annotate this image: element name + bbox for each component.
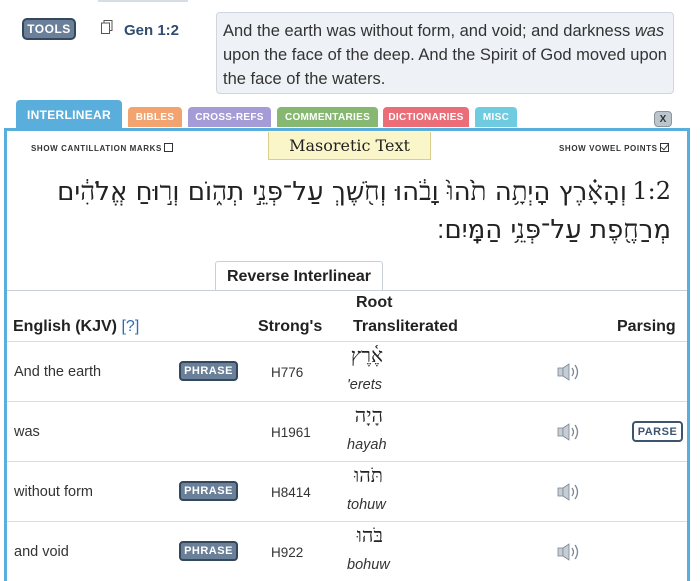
phrase-button[interactable]: PHRASE: [179, 481, 238, 501]
verse-number: 1:2: [632, 177, 671, 205]
strongs-number[interactable]: H922: [271, 545, 303, 560]
speaker-icon[interactable]: [557, 482, 585, 502]
divider: [98, 0, 188, 2]
speaker-icon[interactable]: [557, 542, 585, 562]
strongs-number[interactable]: H776: [271, 365, 303, 380]
parse-button[interactable]: PARSE: [632, 421, 683, 442]
tab-bar: INTERLINEAR BIBLES CROSS-REFS COMMENTARI…: [0, 100, 700, 130]
speaker-icon[interactable]: [557, 362, 585, 382]
transliteration: tohuw: [347, 497, 386, 513]
verse-text-italic: was: [634, 22, 665, 40]
hebrew-root: תֹּהוּ: [354, 463, 383, 487]
hebrew-line-1: וְהָאָ֗רֶץ הָיְתָ֥ה תֹ֙הוּ֙ וָבֹ֔הוּ וְח…: [57, 177, 627, 207]
col-header-strongs: Strong's: [258, 318, 323, 335]
transliteration: bohuw: [347, 557, 390, 573]
english-word: without form: [14, 484, 93, 500]
divider: [7, 290, 687, 291]
transliteration: 'erets: [347, 377, 383, 393]
col-header-parsing: Parsing: [617, 318, 676, 335]
masoretic-text-title: Masoretic Text: [268, 132, 431, 160]
verse-text-box: And the earth was without form, and void…: [216, 12, 674, 94]
hebrew-verse: 1:2 וְהָאָ֗רֶץ הָיְתָ֥ה תֹ֙הוּ֙ וָבֹ֔הוּ…: [7, 169, 687, 257]
interlinear-panel: SHOW CANTILLATION MARKS Masoretic Text S…: [4, 128, 690, 581]
tab-interlinear[interactable]: INTERLINEAR: [16, 100, 122, 130]
strongs-number[interactable]: H8414: [271, 485, 311, 500]
verse-text-part2: upon the face of the deep. And the Spiri…: [223, 46, 667, 88]
vowel-checkbox[interactable]: [659, 143, 669, 152]
cantillation-checkbox[interactable]: [163, 143, 173, 152]
hebrew-root: הָיָה: [354, 403, 383, 427]
english-word: And the earth: [14, 364, 102, 380]
table-row: without form PHRASE H8414 תֹּהוּ tohuw: [7, 462, 687, 522]
tab-cross-refs[interactable]: CROSS-REFS: [188, 107, 271, 127]
close-button[interactable]: X: [654, 111, 672, 127]
phrase-button[interactable]: PHRASE: [179, 361, 238, 381]
hebrew-line-2: מְרַחֶ֖פֶת עַל־פְּנֵ֥י הַמָּֽיִם׃: [436, 215, 671, 245]
english-word: was: [14, 424, 40, 440]
speaker-icon[interactable]: [557, 422, 585, 442]
panel-subheader: SHOW CANTILLATION MARKS Masoretic Text S…: [7, 131, 687, 163]
verse-header: TOOLS Gen 1:2 And the earth was without …: [0, 0, 700, 100]
hebrew-root: אֶ֫רֶץ: [350, 343, 383, 367]
col-header-transliterated: Transliterated: [353, 318, 458, 335]
col-header-english-label: English (KJV): [13, 318, 118, 335]
phrase-button[interactable]: PHRASE: [179, 541, 238, 561]
table-row: was H1961 הָיָה hayah PARSE: [7, 402, 687, 462]
tab-dictionaries[interactable]: DICTIONARIES: [383, 107, 469, 127]
verse-text-part1: And the earth was without form, and void…: [223, 22, 635, 40]
tab-bibles[interactable]: BIBLES: [128, 107, 182, 127]
english-word: and void: [14, 544, 69, 560]
show-cantillation-label: SHOW CANTILLATION MARKS: [31, 144, 162, 153]
strongs-number[interactable]: H1961: [271, 425, 311, 440]
copy-icon[interactable]: [101, 20, 113, 34]
show-vowel-label: SHOW VOWEL POINTS: [559, 144, 658, 153]
tab-reverse-interlinear[interactable]: Reverse Interlinear: [215, 261, 383, 291]
tab-commentaries[interactable]: COMMENTARIES: [277, 107, 378, 127]
col-header-english: English (KJV) [?]: [13, 318, 139, 336]
transliteration: hayah: [347, 437, 387, 453]
table-row: and void PHRASE H922 בֹּהוּ bohuw: [7, 522, 687, 581]
tab-misc[interactable]: MISC: [475, 107, 517, 127]
show-cantillation-toggle[interactable]: SHOW CANTILLATION MARKS: [31, 143, 173, 153]
help-link[interactable]: [?]: [121, 318, 139, 335]
verse-reference[interactable]: Gen 1:2: [124, 22, 179, 39]
show-vowel-toggle[interactable]: SHOW VOWEL POINTS: [559, 143, 669, 153]
hebrew-root: בֹּהוּ: [356, 523, 383, 547]
table-row: And the earth PHRASE H776 אֶ֫רֶץ 'erets: [7, 342, 687, 402]
col-header-root: Root: [356, 294, 393, 311]
tools-button[interactable]: TOOLS: [22, 18, 76, 40]
